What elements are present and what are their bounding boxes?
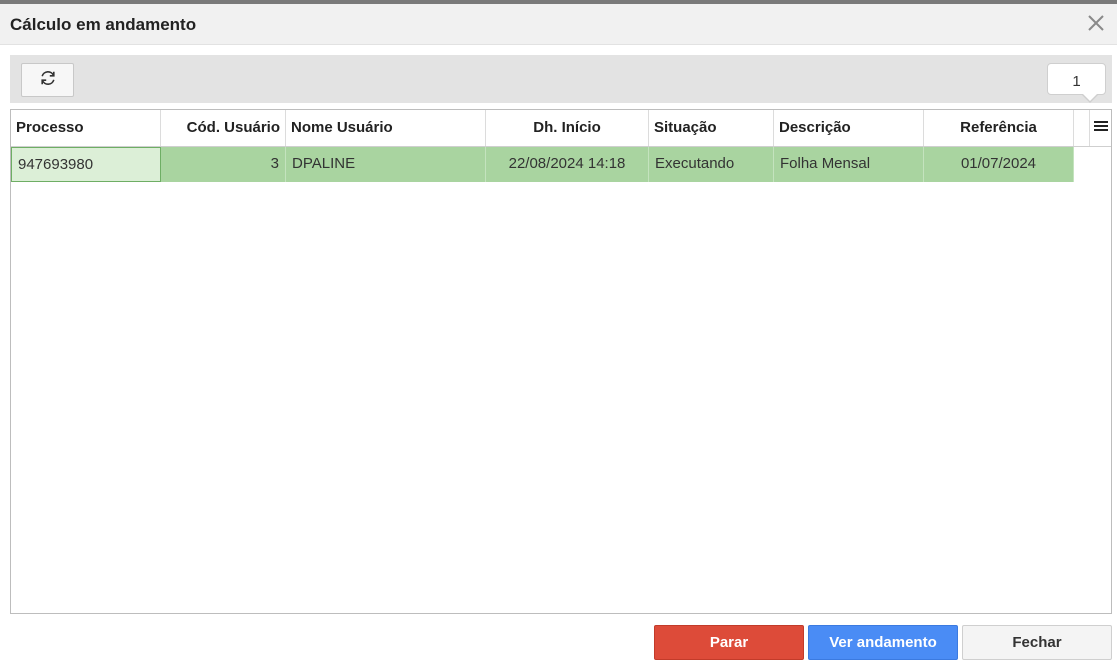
refresh-button[interactable]: [21, 63, 74, 97]
column-header-cod-usuario[interactable]: Cód. Usuário: [161, 110, 286, 146]
cell-processo[interactable]: 947693980: [11, 147, 161, 182]
process-grid: Processo Cód. Usuário Nome Usuário Dh. I…: [10, 109, 1112, 614]
column-header-descricao[interactable]: Descrição: [774, 110, 924, 146]
cell-descricao[interactable]: Folha Mensal: [774, 147, 924, 182]
cell-situacao[interactable]: Executando: [649, 147, 774, 182]
stop-button[interactable]: Parar: [654, 625, 804, 660]
close-icon[interactable]: [1085, 12, 1107, 34]
dialog-header: Cálculo em andamento: [0, 4, 1117, 45]
cell-nome-usuario[interactable]: DPALINE: [286, 147, 486, 182]
dialog-title: Cálculo em andamento: [10, 15, 197, 34]
hamburger-menu-icon: [1093, 119, 1108, 137]
column-menu-button[interactable]: [1089, 110, 1111, 146]
toolbar: 1: [10, 55, 1112, 103]
table-row[interactable]: 947693980 3 DPALINE 22/08/2024 14:18 Exe…: [11, 147, 1074, 182]
cell-cod-usuario[interactable]: 3: [161, 147, 286, 182]
column-header-situacao[interactable]: Situação: [649, 110, 774, 146]
grid-header: Processo Cód. Usuário Nome Usuário Dh. I…: [11, 110, 1111, 147]
column-header-referencia[interactable]: Referência: [924, 110, 1074, 146]
view-progress-button[interactable]: Ver andamento: [808, 625, 958, 660]
cell-referencia[interactable]: 01/07/2024: [924, 147, 1074, 182]
column-header-processo[interactable]: Processo: [11, 110, 161, 146]
column-header-dh-inicio[interactable]: Dh. Início: [486, 110, 649, 146]
refresh-icon: [39, 69, 57, 92]
column-header-nome-usuario[interactable]: Nome Usuário: [286, 110, 486, 146]
cell-dh-inicio[interactable]: 22/08/2024 14:18: [486, 147, 649, 182]
record-count-badge: 1: [1047, 63, 1106, 103]
close-button[interactable]: Fechar: [962, 625, 1112, 660]
